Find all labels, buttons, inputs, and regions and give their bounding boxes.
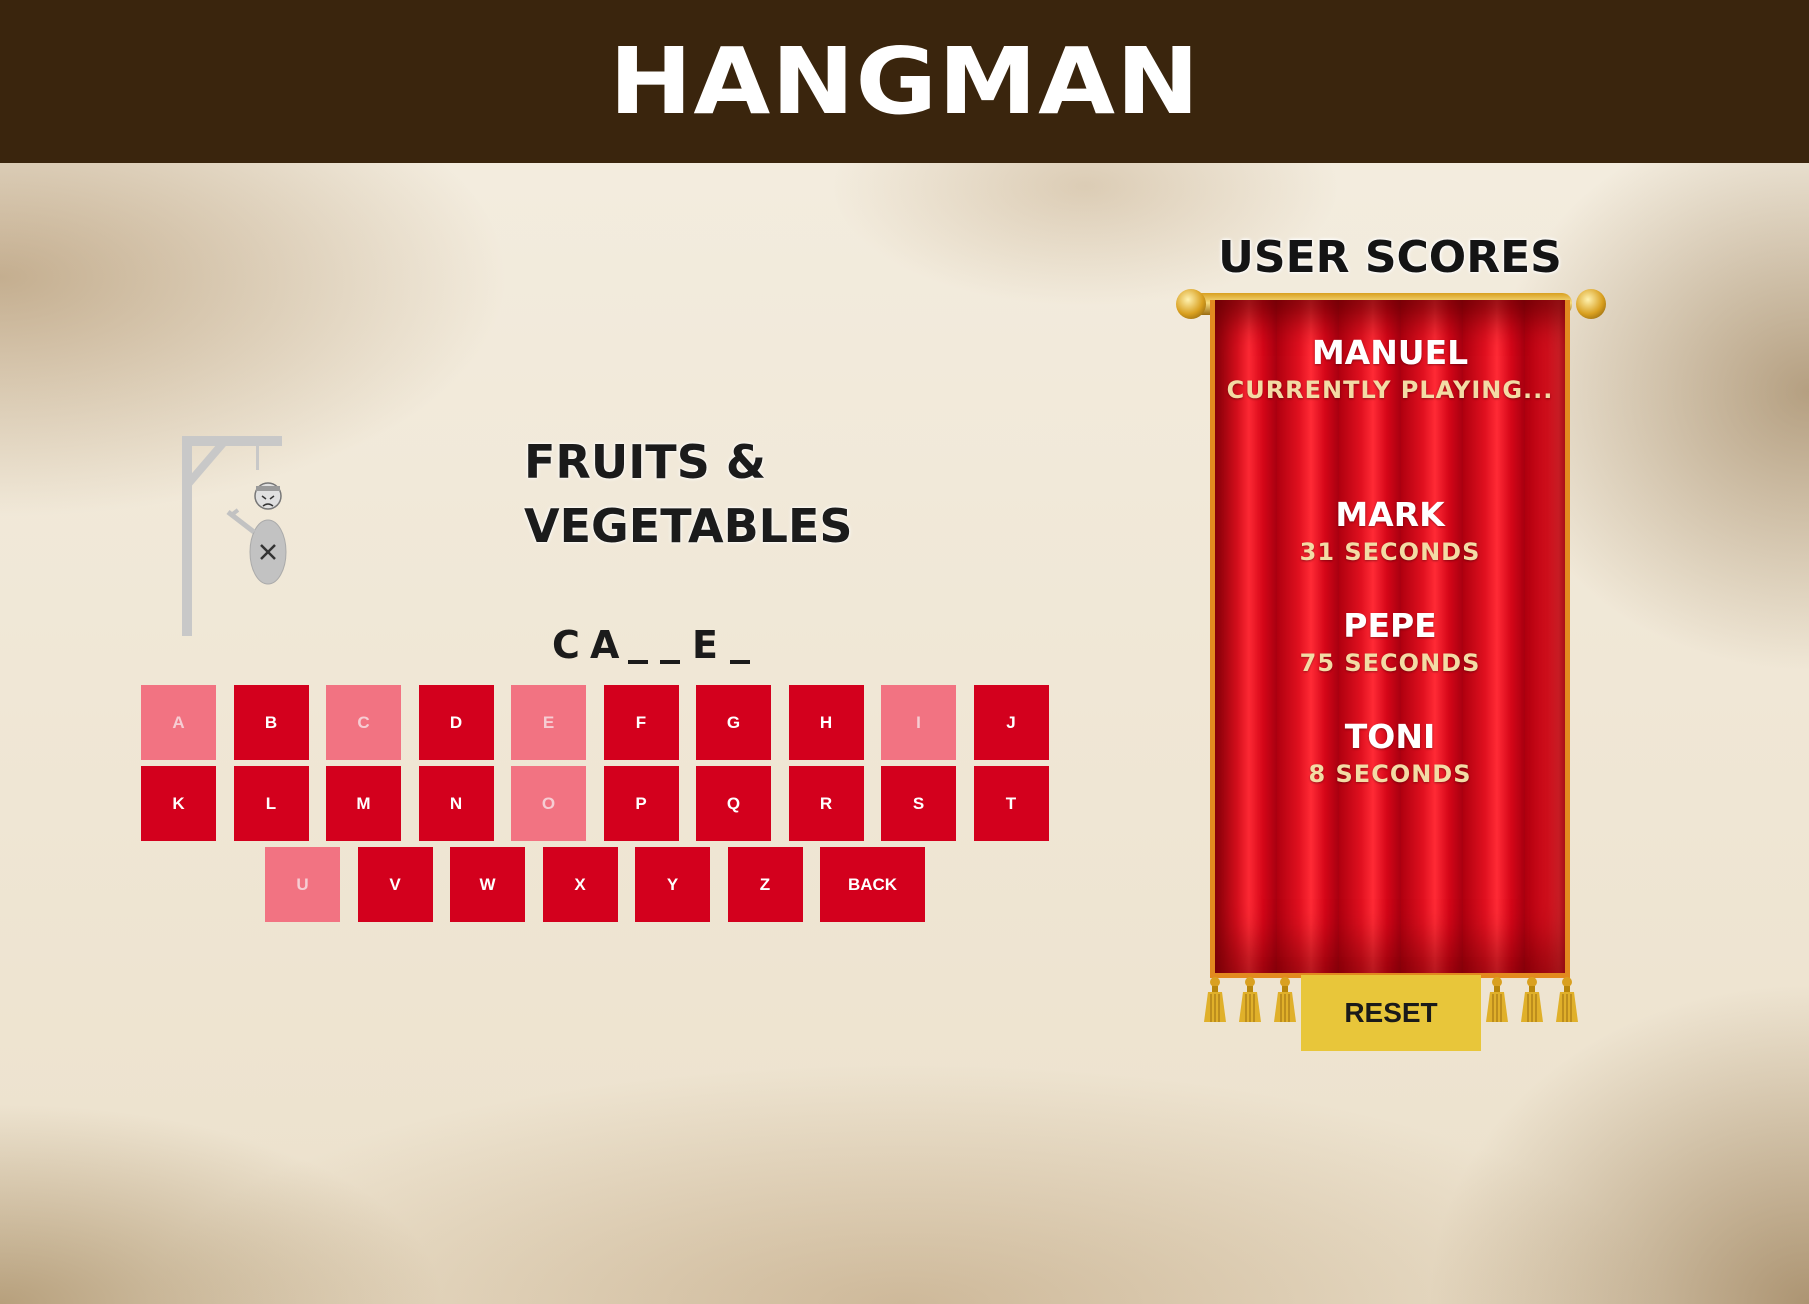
word-blank [628,660,648,664]
letter-key-z[interactable]: Z [727,847,803,922]
word-blank [730,660,750,664]
letter-key-y[interactable]: Y [635,847,710,922]
word-letter: A [590,623,620,667]
score-entry-time: 75 SECONDS [1299,649,1481,677]
letter-key-s[interactable]: S [881,766,956,841]
letter-key-r[interactable]: R [788,766,864,841]
score-entry: TONI 8 SECONDS [1215,716,1565,790]
tassel-icon [1239,977,1261,1022]
letter-key-u[interactable]: U [265,847,340,922]
back-key-button[interactable]: BACK [820,847,925,922]
letter-key-b[interactable]: B [233,685,309,760]
letter-key-i[interactable]: I [881,685,956,760]
current-player-name: MANUEL [1311,333,1469,372]
letter-key-v[interactable]: V [357,847,433,922]
header-bar: HANGMAN [0,0,1809,163]
letter-key-e[interactable]: E [511,685,586,760]
letter-key-k[interactable]: K [141,766,216,841]
letter-key-j[interactable]: J [973,685,1049,760]
letter-key-w[interactable]: W [450,847,525,922]
letter-key-n[interactable]: N [418,766,494,841]
tassel-icon [1274,977,1296,1022]
tassel-icon [1204,977,1226,1022]
letter-key-f[interactable]: F [603,685,679,760]
scores-banner: MANUEL CURRENTLY PLAYING... MARK 31 SECO… [1210,300,1570,978]
score-entry: PEPE 75 SECONDS [1215,605,1565,679]
score-entry-name: PEPE [1343,606,1437,645]
tassel-icon [1521,977,1543,1022]
word-display: CA E [552,618,750,668]
current-player-status: CURRENTLY PLAYING... [1226,376,1554,404]
letter-key-l[interactable]: L [233,766,309,841]
letter-key-m[interactable]: M [326,766,401,841]
letter-key-d[interactable]: D [418,685,494,760]
game-title: HANGMAN [608,28,1201,135]
word-letter: C [552,623,580,667]
score-entry-name: TONI [1344,717,1436,756]
letter-key-c[interactable]: C [326,685,401,760]
rod-knob-right [1576,289,1606,319]
score-entry: MARK 31 SECONDS [1215,494,1565,568]
letter-key-g[interactable]: G [696,685,771,760]
rod-knob-left [1176,289,1206,319]
tassel-icon [1556,977,1578,1022]
scores-title: USER SCORES [1218,232,1562,283]
hangman-figure-icon [182,436,287,636]
category-line-2: VEGETABLES [524,499,853,553]
letter-key-o[interactable]: O [511,766,586,841]
letter-key-t[interactable]: T [973,766,1049,841]
letter-key-q[interactable]: Q [696,766,771,841]
category-title: FRUITS & VEGETABLES [524,430,904,558]
current-player: MANUEL CURRENTLY PLAYING... [1215,332,1565,406]
letter-key-p[interactable]: P [603,766,679,841]
score-entry-time: 8 SECONDS [1308,760,1472,788]
letter-key-a[interactable]: A [141,685,216,760]
reset-button[interactable]: RESET [1301,975,1481,1051]
word-letter: E [692,623,718,667]
letter-key-x[interactable]: X [542,847,618,922]
category-line-1: FRUITS & [524,435,766,489]
score-entry-name: MARK [1335,495,1445,534]
tassel-icon [1486,977,1508,1022]
letter-key-h[interactable]: H [788,685,864,760]
score-entry-time: 31 SECONDS [1299,538,1481,566]
word-blank [660,660,680,664]
